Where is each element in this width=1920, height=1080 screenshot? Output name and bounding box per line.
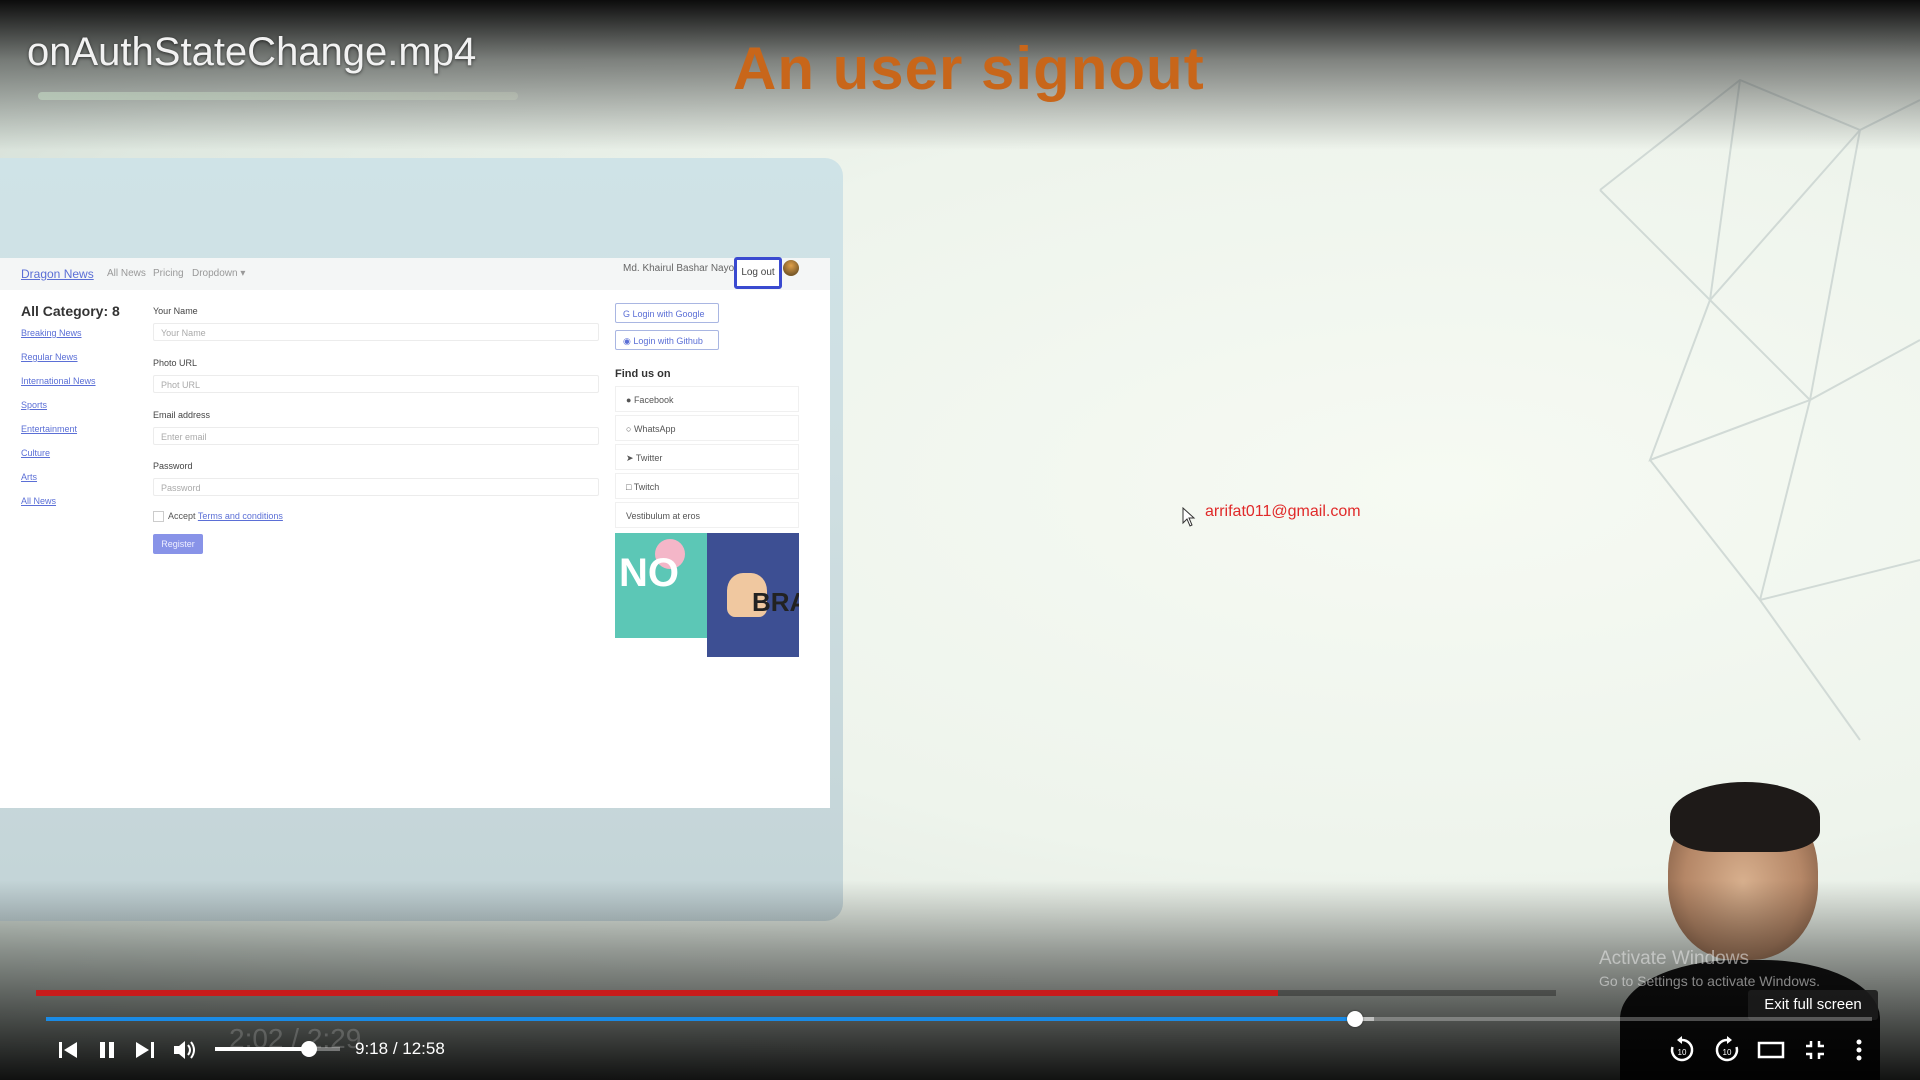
login-github-label: Login with Github [633, 336, 703, 346]
google-icon: G [623, 309, 633, 319]
svg-text:10: 10 [1678, 1048, 1687, 1057]
svg-text:10: 10 [1723, 1048, 1732, 1057]
password-field: Password [153, 478, 599, 496]
whatsapp-icon: ○ [626, 424, 634, 434]
name-field: Your Name [153, 323, 599, 341]
login-google-label: Login with Google [632, 309, 705, 319]
theater-mode-icon [1757, 1041, 1785, 1059]
inner-video-progress-fill [36, 990, 1278, 996]
find-us-twitter: ➤ Twitter [615, 444, 799, 470]
activate-windows-subtitle: Go to Settings to activate Windows. [1599, 973, 1820, 989]
brand-link: Dragon News [21, 267, 94, 281]
navbar: Dragon News All News Pricing Dropdown ▾ … [0, 257, 830, 290]
video-title: onAuthStateChange.mp4 [27, 30, 477, 74]
github-icon: ◉ [623, 336, 634, 346]
find-us-whatsapp: ○ WhatsApp [615, 415, 799, 441]
pause-icon [100, 1042, 114, 1058]
find-us-twitch: □ Twitch [615, 473, 799, 499]
theater-mode-button[interactable] [1755, 1034, 1787, 1066]
video-frame[interactable]: onAuthStateChange.mp4 An user signout Dr… [0, 0, 1920, 1080]
time-display: 9:18 / 12:58 [355, 1039, 445, 1059]
category-link: Regular News [21, 352, 78, 362]
background-polygon-graphic [1599, 78, 1920, 741]
rewind-10-icon: 10 [1670, 1036, 1694, 1062]
exit-fullscreen-tooltip: Exit full screen [1748, 990, 1878, 1020]
pause-button[interactable] [91, 1034, 123, 1066]
user-avatar [783, 260, 799, 276]
inner-video-progress [36, 990, 1556, 996]
next-button[interactable] [129, 1034, 161, 1066]
exit-fullscreen-button[interactable] [1799, 1034, 1831, 1066]
console-output-email: arrifat011@gmail.com [1205, 503, 1361, 520]
nav-user-name: Md. Khairul Bashar Nayon [623, 263, 740, 274]
ad-text-right: BRA [752, 587, 799, 617]
category-link: Breaking News [21, 328, 82, 338]
terms-checkbox [153, 511, 164, 522]
category-link: Entertainment [21, 424, 78, 434]
photo-url-field: Phot URL [153, 375, 599, 393]
find-us-label: Twitter [635, 453, 663, 463]
volume-handle[interactable] [300, 1041, 317, 1057]
find-us-label: WhatsApp [633, 424, 676, 434]
ad-bottom-strip [615, 638, 707, 657]
find-us-label: Facebook [633, 395, 674, 405]
name-label: Your Name [153, 306, 198, 316]
category-link: International News [21, 376, 96, 386]
previous-button[interactable] [52, 1034, 84, 1066]
terms-link: Terms and conditions [197, 511, 283, 521]
email-field: Enter email [153, 427, 599, 445]
category-link: Sports [21, 400, 48, 410]
mouse-cursor-icon [1182, 507, 1196, 527]
logout-button: Log out [734, 257, 782, 289]
slide-heading: An user signout [733, 35, 1205, 102]
login-google-button: G Login with Google [615, 303, 719, 323]
volume-level [215, 1047, 309, 1051]
next-icon [136, 1042, 154, 1058]
more-options-button[interactable] [1843, 1034, 1875, 1066]
nav-link-all-news: All News [107, 268, 146, 279]
twitter-icon: ➤ [626, 453, 636, 463]
category-title: All Category: 8 [21, 303, 120, 319]
photo-url-label: Photo URL [153, 358, 198, 368]
mute-button[interactable] [169, 1034, 201, 1066]
exit-fullscreen-icon [1806, 1041, 1824, 1059]
category-link: All News [21, 496, 57, 506]
password-label: Password [153, 461, 193, 471]
volume-icon [174, 1041, 195, 1059]
find-us-title: Find us on [615, 368, 671, 380]
previous-icon [59, 1042, 77, 1058]
forward-10-button[interactable]: 10 [1711, 1034, 1743, 1066]
forward-10-icon: 10 [1715, 1036, 1739, 1062]
nav-link-pricing: Pricing [153, 268, 184, 279]
find-us-label: Twitch [633, 482, 660, 492]
presenter-hair [1670, 782, 1820, 852]
category-link: Culture [21, 448, 51, 458]
seek-bar[interactable] [46, 1011, 1872, 1027]
twitch-icon: □ [626, 482, 634, 492]
category-link: Arts [21, 472, 38, 482]
embedded-web-page: Dragon News All News Pricing Dropdown ▾ … [0, 257, 830, 808]
title-underline [38, 92, 518, 100]
duration: 12:58 [402, 1039, 445, 1058]
accept-terms-text: Accept Terms and conditions [168, 511, 283, 521]
activate-windows-title: Activate Windows [1599, 948, 1749, 969]
login-github-button: ◉ Login with Github [615, 330, 719, 350]
ad-text-left: NO [619, 551, 679, 595]
facebook-icon: ● [626, 395, 634, 405]
register-button: Register [153, 534, 203, 554]
seek-progress [46, 1017, 1356, 1021]
find-us-facebook: ● Facebook [615, 386, 799, 412]
accept-prefix: Accept [168, 511, 196, 521]
more-options-icon [1856, 1039, 1862, 1061]
volume-slider[interactable] [215, 1041, 340, 1057]
nav-link-dropdown: Dropdown ▾ [192, 268, 246, 279]
advertisement-image: NO BRA [615, 533, 799, 657]
rewind-10-button[interactable]: 10 [1666, 1034, 1698, 1066]
find-us-vestibulum: Vestibulum at eros [615, 502, 799, 528]
email-label: Email address [153, 410, 211, 420]
time-separator: / [388, 1039, 403, 1058]
current-time: 9:18 [355, 1039, 389, 1058]
